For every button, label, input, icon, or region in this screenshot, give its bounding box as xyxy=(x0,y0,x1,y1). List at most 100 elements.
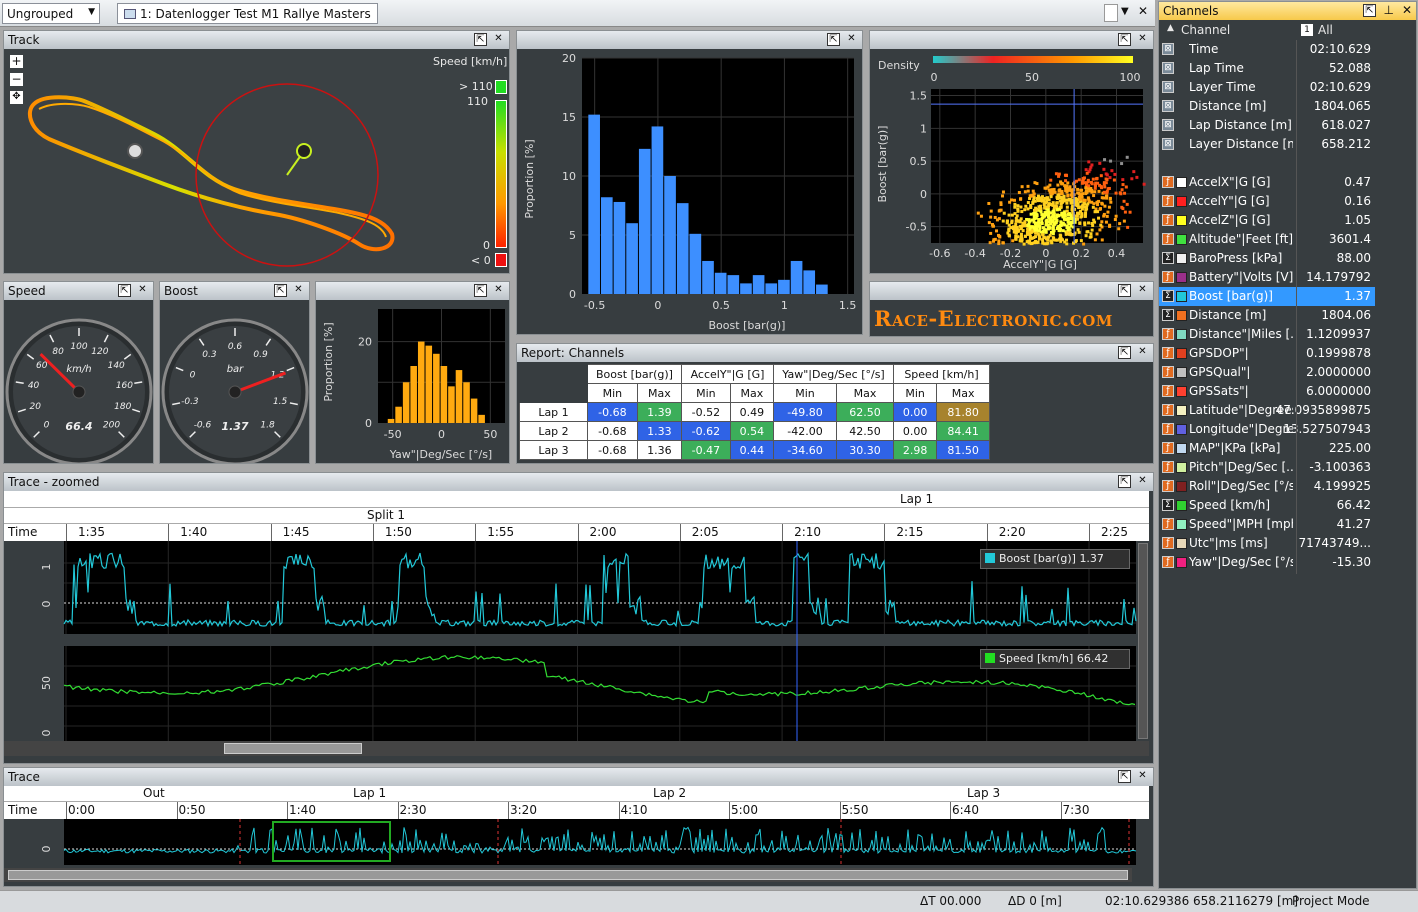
channel-row[interactable]: ƒ GPSQual"| 2.0000000 xyxy=(1159,363,1375,382)
pin-icon[interactable]: ⇱ xyxy=(474,284,487,297)
trace-overview-plot[interactable]: 0 xyxy=(4,819,1149,867)
channel-color-swatch[interactable] xyxy=(1176,177,1187,188)
channel-color-swatch[interactable] xyxy=(1176,291,1187,302)
scatter-point xyxy=(1017,190,1021,194)
channel-row[interactable]: ƒ Distance"|Miles [... 1.1209937 xyxy=(1159,325,1375,344)
channel-row[interactable]: Σ Distance [m] 1804.06 xyxy=(1159,306,1375,325)
horizontal-scrollbar[interactable] xyxy=(4,868,1132,882)
channel-color-swatch[interactable] xyxy=(1176,557,1187,568)
channel-row[interactable]: ⊠ Layer Distance [m] 658.212 xyxy=(1159,135,1375,154)
collapse-icon[interactable]: ▲ xyxy=(1167,23,1174,33)
close-icon[interactable]: ✕ xyxy=(845,33,858,46)
channel-row[interactable]: ƒ AccelX"|G [G] 0.47 xyxy=(1159,173,1375,192)
channel-row[interactable]: ⊠ Layer Time 02:10.629 xyxy=(1159,78,1375,97)
pin-icon[interactable]: ⇱ xyxy=(1363,4,1376,17)
channel-row[interactable]: ⊠ Lap Distance [m] 618.027 xyxy=(1159,116,1375,135)
pin-icon[interactable]: ⇱ xyxy=(1118,475,1131,488)
channel-row[interactable]: ƒ GPSSats"| 6.0000000 xyxy=(1159,382,1375,401)
close-icon[interactable]: ✕ xyxy=(1138,4,1148,18)
tab-list-chevron-icon[interactable]: ▼ xyxy=(1121,6,1129,17)
tab-scroll[interactable] xyxy=(1104,4,1118,22)
horizontal-scrollbar[interactable] xyxy=(4,741,1149,756)
close-icon[interactable]: ✕ xyxy=(292,284,305,297)
channel-color-swatch[interactable] xyxy=(1176,405,1187,416)
channel-row[interactable]: Σ Boost [bar(g)] 1.37 xyxy=(1159,287,1375,306)
vertical-scrollbar[interactable] xyxy=(1138,543,1148,739)
scatter-point xyxy=(1055,227,1059,231)
channel-color-swatch[interactable] xyxy=(1176,272,1187,283)
channel-color-swatch[interactable] xyxy=(1176,424,1187,435)
group-select[interactable]: Ungrouped ▼ xyxy=(2,3,100,24)
channel-value: 1.1209937 xyxy=(1306,327,1371,341)
trace-zoomed-plot[interactable]: 1 0 50 0 xyxy=(4,541,1149,741)
scrollbar-thumb[interactable] xyxy=(224,743,362,754)
channel-row[interactable]: ƒLongitude"|Degre...13.527507943 xyxy=(1159,420,1375,439)
scatter-point xyxy=(1108,223,1112,227)
pin-icon[interactable]: ⇱ xyxy=(118,284,131,297)
channel-color-swatch[interactable] xyxy=(1176,348,1187,359)
channel-name: Utc"|ms [ms] xyxy=(1189,536,1268,550)
channel-row[interactable]: ⊠ Time 02:10.629 xyxy=(1159,40,1375,59)
function-icon: ƒ xyxy=(1162,271,1174,283)
channel-row[interactable]: ƒ Utc"|ms [ms] 71743749... xyxy=(1159,534,1375,553)
pin-icon[interactable]: ⇱ xyxy=(1118,33,1131,46)
channel-color-swatch[interactable] xyxy=(1176,234,1187,245)
close-icon[interactable]: ✕ xyxy=(136,284,149,297)
pin-icon[interactable]: ⇱ xyxy=(1118,284,1131,297)
close-icon[interactable]: ✕ xyxy=(1136,33,1149,46)
close-icon[interactable]: ✕ xyxy=(1136,346,1149,359)
channel-row[interactable]: ƒ Altitude"|Feet [ft] 3601.4 xyxy=(1159,230,1375,249)
time-tick-label: 3:20 xyxy=(510,803,537,817)
scatter-point xyxy=(1044,230,1048,234)
channel-row[interactable]: ƒ Pitch"|Deg/Sec [... -3.100363 xyxy=(1159,458,1375,477)
channel-row[interactable]: ƒ Yaw"|Deg/Sec [°/s] -15.30 xyxy=(1159,553,1375,572)
close-icon[interactable]: ✕ xyxy=(1136,284,1149,297)
channel-row[interactable]: Σ Speed [km/h] 66.42 xyxy=(1159,496,1375,515)
close-icon[interactable]: ✕ xyxy=(1136,770,1149,783)
scatter-point xyxy=(1082,198,1086,202)
channel-color-swatch[interactable] xyxy=(1176,500,1187,511)
channel-row[interactable]: ƒ AccelY"|G [G] 0.16 xyxy=(1159,192,1375,211)
channel-row[interactable]: ƒ GPSDOP"| 0.1999878 xyxy=(1159,344,1375,363)
channel-color-swatch[interactable] xyxy=(1176,310,1187,321)
channel-color-swatch[interactable] xyxy=(1176,519,1187,530)
channel-row[interactable]: ⊠ Distance [m] 1804.065 xyxy=(1159,97,1375,116)
channel-color-swatch[interactable] xyxy=(1176,253,1187,264)
time-tick-label: 1:35 xyxy=(78,525,105,539)
pin-icon[interactable]: ⇱ xyxy=(1118,770,1131,783)
close-icon[interactable]: ✕ xyxy=(1136,475,1149,488)
scatter-point xyxy=(1024,204,1028,208)
close-icon[interactable]: ✕ xyxy=(492,284,505,297)
close-icon[interactable]: ✕ xyxy=(492,33,505,46)
close-icon[interactable]: ✕ xyxy=(1402,3,1412,17)
pin-icon[interactable]: ⇱ xyxy=(474,33,487,46)
scatter-point xyxy=(1044,201,1048,205)
channel-row[interactable]: ƒ Roll"|Deg/Sec [°/s] 4.199925 xyxy=(1159,477,1375,496)
channel-color-swatch[interactable] xyxy=(1176,462,1187,473)
channel-row[interactable]: ƒ AccelZ"|G [G] 1.05 xyxy=(1159,211,1375,230)
scrollbar-thumb[interactable] xyxy=(8,870,1128,880)
channel-color-swatch[interactable] xyxy=(1176,443,1187,454)
pin-icon[interactable]: ⇱ xyxy=(1118,346,1131,359)
channel-row[interactable]: ƒ Battery"|Volts [V] 14.179792 xyxy=(1159,268,1375,287)
channel-color-swatch[interactable] xyxy=(1176,215,1187,226)
document-tab[interactable]: 1: Datenlogger Test M1 Rallye Masters xyxy=(117,3,378,24)
track-map[interactable]: + − ✥ xyxy=(4,49,429,273)
channel-row[interactable]: ƒLatitude"|Degrees...47.0935899875 xyxy=(1159,401,1375,420)
channel-row[interactable]: ƒ Speed"|MPH [mph] 41.27 xyxy=(1159,515,1375,534)
pin-icon[interactable]: ⇱ xyxy=(827,33,840,46)
channel-color-swatch[interactable] xyxy=(1176,367,1187,378)
channel-row[interactable]: Σ BaroPress [kPa] 88.00 xyxy=(1159,249,1375,268)
channel-color-swatch[interactable] xyxy=(1176,538,1187,549)
pin-icon[interactable]: ⇱ xyxy=(274,284,287,297)
channel-row[interactable]: ƒ MAP"|KPa [kPa] 225.00 xyxy=(1159,439,1375,458)
scatter-point xyxy=(1120,162,1124,166)
scatter-point xyxy=(1084,205,1088,209)
channel-color-swatch[interactable] xyxy=(1176,481,1187,492)
channel-row[interactable]: ⊠ Lap Time 52.088 xyxy=(1159,59,1375,78)
function-icon: ƒ xyxy=(1162,385,1174,397)
channel-color-swatch[interactable] xyxy=(1176,196,1187,207)
dock-pin-icon[interactable]: ⊥ xyxy=(1384,3,1394,17)
channel-color-swatch[interactable] xyxy=(1176,386,1187,397)
channel-color-swatch[interactable] xyxy=(1176,329,1187,340)
